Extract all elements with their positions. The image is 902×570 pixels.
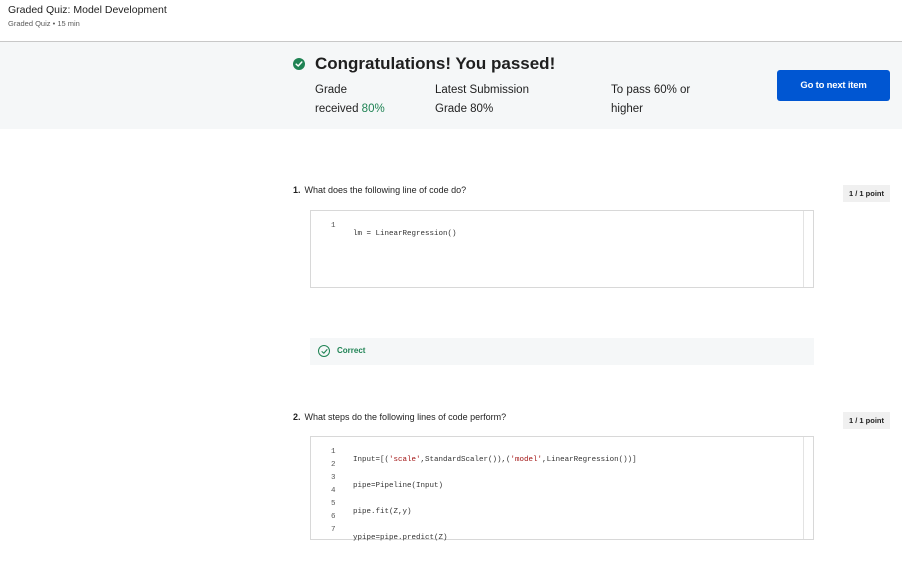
line-number: 6 bbox=[331, 513, 336, 521]
top-bar: Graded Quiz: Model Development Graded Qu… bbox=[0, 0, 902, 42]
feedback-correct-text: Correct bbox=[337, 346, 366, 355]
line-number: 2 bbox=[331, 461, 336, 469]
code-text: pipe.fit(Z,y) bbox=[353, 508, 412, 516]
code-line: 7 ypipe=pipe.predict(Z) bbox=[311, 518, 448, 550]
latest-grade: Grade 80% bbox=[435, 103, 494, 115]
code-line: 1 lm = LinearRegression() bbox=[311, 214, 457, 246]
grade-received-label: received bbox=[315, 103, 359, 115]
grade-received-line: received 80% bbox=[315, 100, 385, 119]
passed-heading: Congratulations! You passed! bbox=[315, 54, 556, 73]
line-number: 3 bbox=[331, 474, 336, 482]
question-1-text: What does the following line of code do? bbox=[304, 185, 467, 195]
latest-label: Latest Submission bbox=[435, 84, 529, 96]
grade-label: Grade bbox=[315, 84, 347, 96]
code-text: ypipe=pipe.predict(Z) bbox=[353, 534, 448, 542]
question-1-code-block[interactable]: 1 lm = LinearRegression() bbox=[310, 210, 814, 288]
code-text: lm = LinearRegression() bbox=[353, 230, 457, 238]
check-circle-outline-icon bbox=[318, 345, 330, 357]
question-2-code-block[interactable]: 1 Input=[('scale',StandardScaler()),('mo… bbox=[310, 436, 814, 542]
line-number: 1 bbox=[331, 222, 336, 230]
pass-label: To pass 60% or bbox=[611, 84, 691, 96]
line-number: 5 bbox=[331, 500, 336, 508]
code-token: ,LinearRegression())] bbox=[542, 456, 637, 464]
question-1-feedback: Correct bbox=[310, 338, 814, 365]
code-text: pipe=Pipeline(Input) bbox=[353, 482, 444, 490]
question-2-text: What steps do the following lines of cod… bbox=[304, 412, 507, 422]
go-to-next-item-button[interactable]: Go to next item bbox=[777, 70, 890, 101]
question-2-points: 1 / 1 point bbox=[843, 412, 890, 429]
code-text: Input=[('scale',StandardScaler()),('mode… bbox=[353, 456, 637, 464]
grade-value: 80% bbox=[361, 103, 385, 115]
code-scroll-divider bbox=[803, 211, 804, 287]
question-2-number: 2. bbox=[293, 412, 301, 422]
pass-threshold: To pass 60% or higher bbox=[611, 81, 690, 119]
code-token: ,StandardScaler()),( bbox=[420, 456, 511, 464]
grade-received: Grade received 80% bbox=[315, 81, 385, 119]
question-1-prompt: 1. What does the following line of code d… bbox=[293, 185, 466, 195]
quiz-subtitle: Graded Quiz • 15 min bbox=[8, 19, 80, 28]
pass-label-higher: higher bbox=[611, 103, 643, 115]
question-1-points: 1 / 1 point bbox=[843, 185, 890, 202]
line-number: 1 bbox=[331, 448, 336, 456]
check-circle-icon bbox=[293, 58, 305, 70]
line-number: 7 bbox=[331, 526, 336, 534]
latest-submission: Latest Submission Grade 80% bbox=[435, 81, 529, 119]
line-number: 4 bbox=[331, 487, 336, 495]
code-scroll-divider bbox=[803, 437, 804, 539]
code-token: Input=[( bbox=[353, 456, 390, 464]
question-2-prompt: 2. What steps do the following lines of c… bbox=[293, 412, 506, 422]
string-token: 'scale' bbox=[389, 456, 421, 464]
quiz-title: Graded Quiz: Model Development bbox=[8, 4, 167, 16]
string-token: 'model' bbox=[510, 456, 543, 464]
question-1-number: 1. bbox=[293, 185, 301, 195]
